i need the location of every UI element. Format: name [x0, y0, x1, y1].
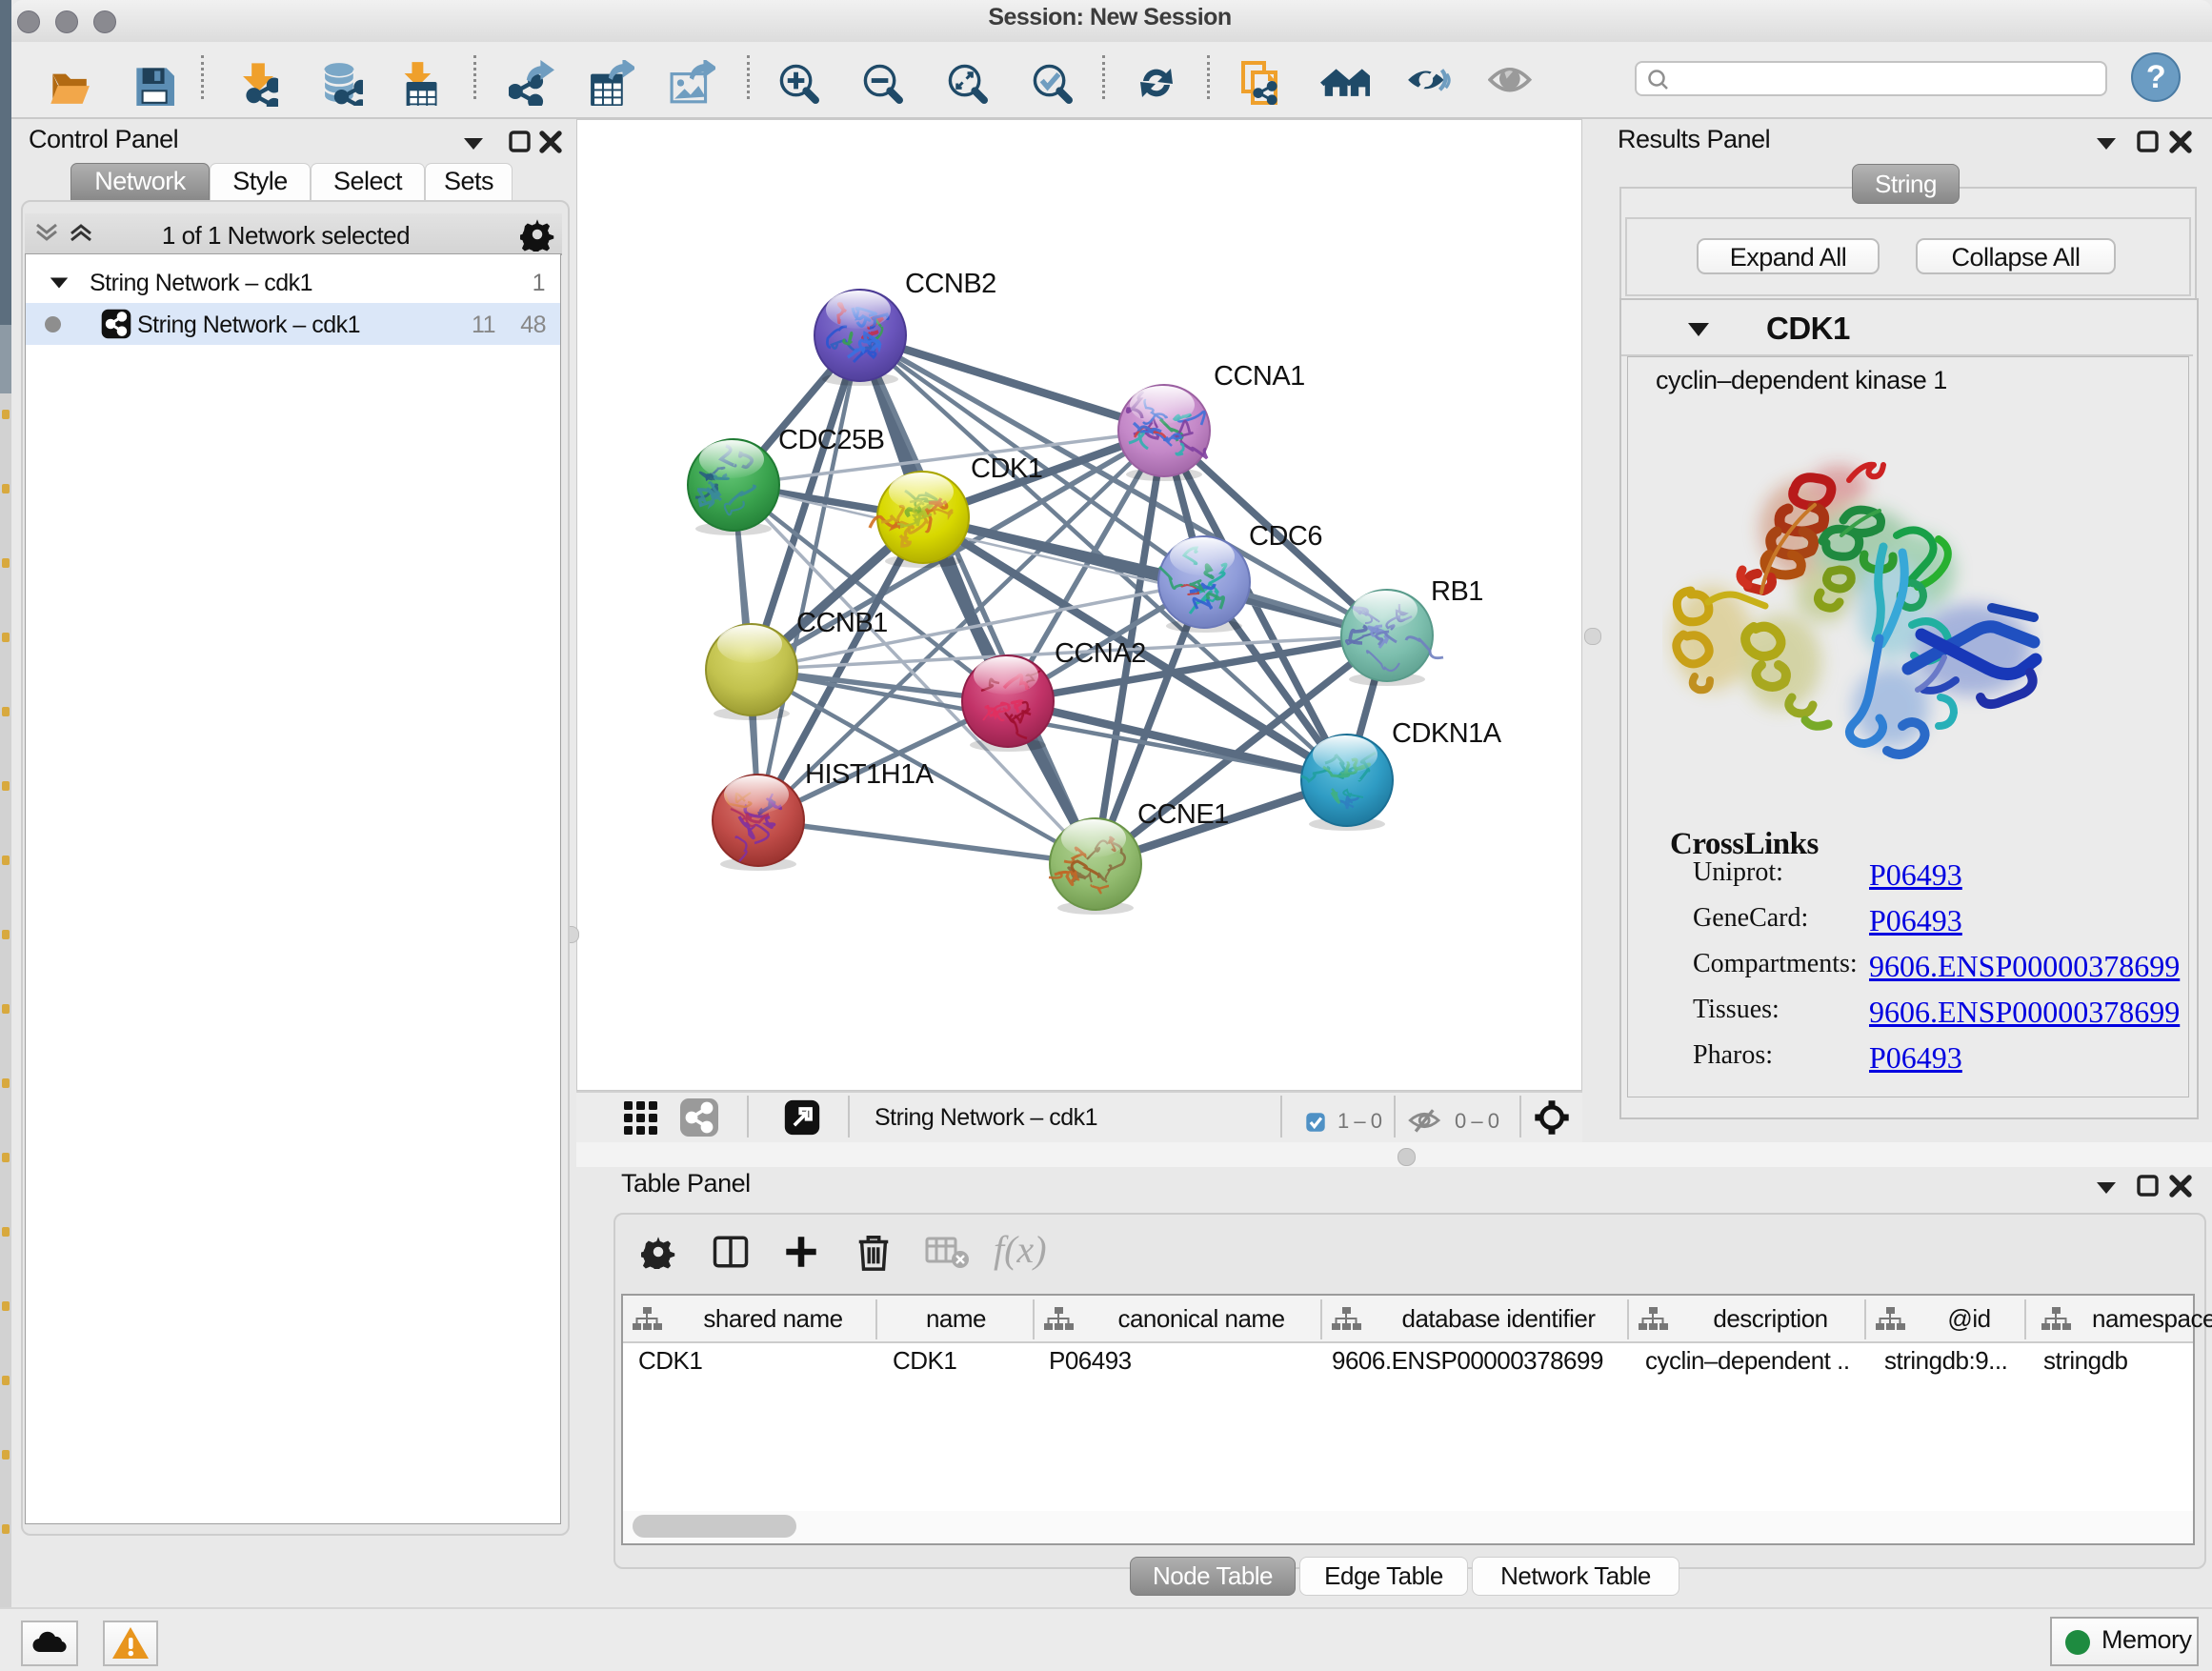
- svg-text:HIST1H1A: HIST1H1A: [805, 759, 935, 790]
- svg-text:CCNA1: CCNA1: [1214, 361, 1305, 392]
- svg-text:CDC25B: CDC25B: [778, 425, 884, 455]
- svg-text:RB1: RB1: [1431, 576, 1483, 607]
- svg-text:CDK1: CDK1: [971, 453, 1042, 484]
- svg-text:CCNB2: CCNB2: [905, 269, 996, 299]
- svg-text:CDKN1A: CDKN1A: [1392, 718, 1502, 749]
- svg-text:CCNA2: CCNA2: [1055, 638, 1146, 669]
- svg-text:CDC6: CDC6: [1249, 521, 1322, 552]
- svg-text:CCNE1: CCNE1: [1137, 799, 1229, 830]
- svg-text:CCNB1: CCNB1: [796, 608, 888, 638]
